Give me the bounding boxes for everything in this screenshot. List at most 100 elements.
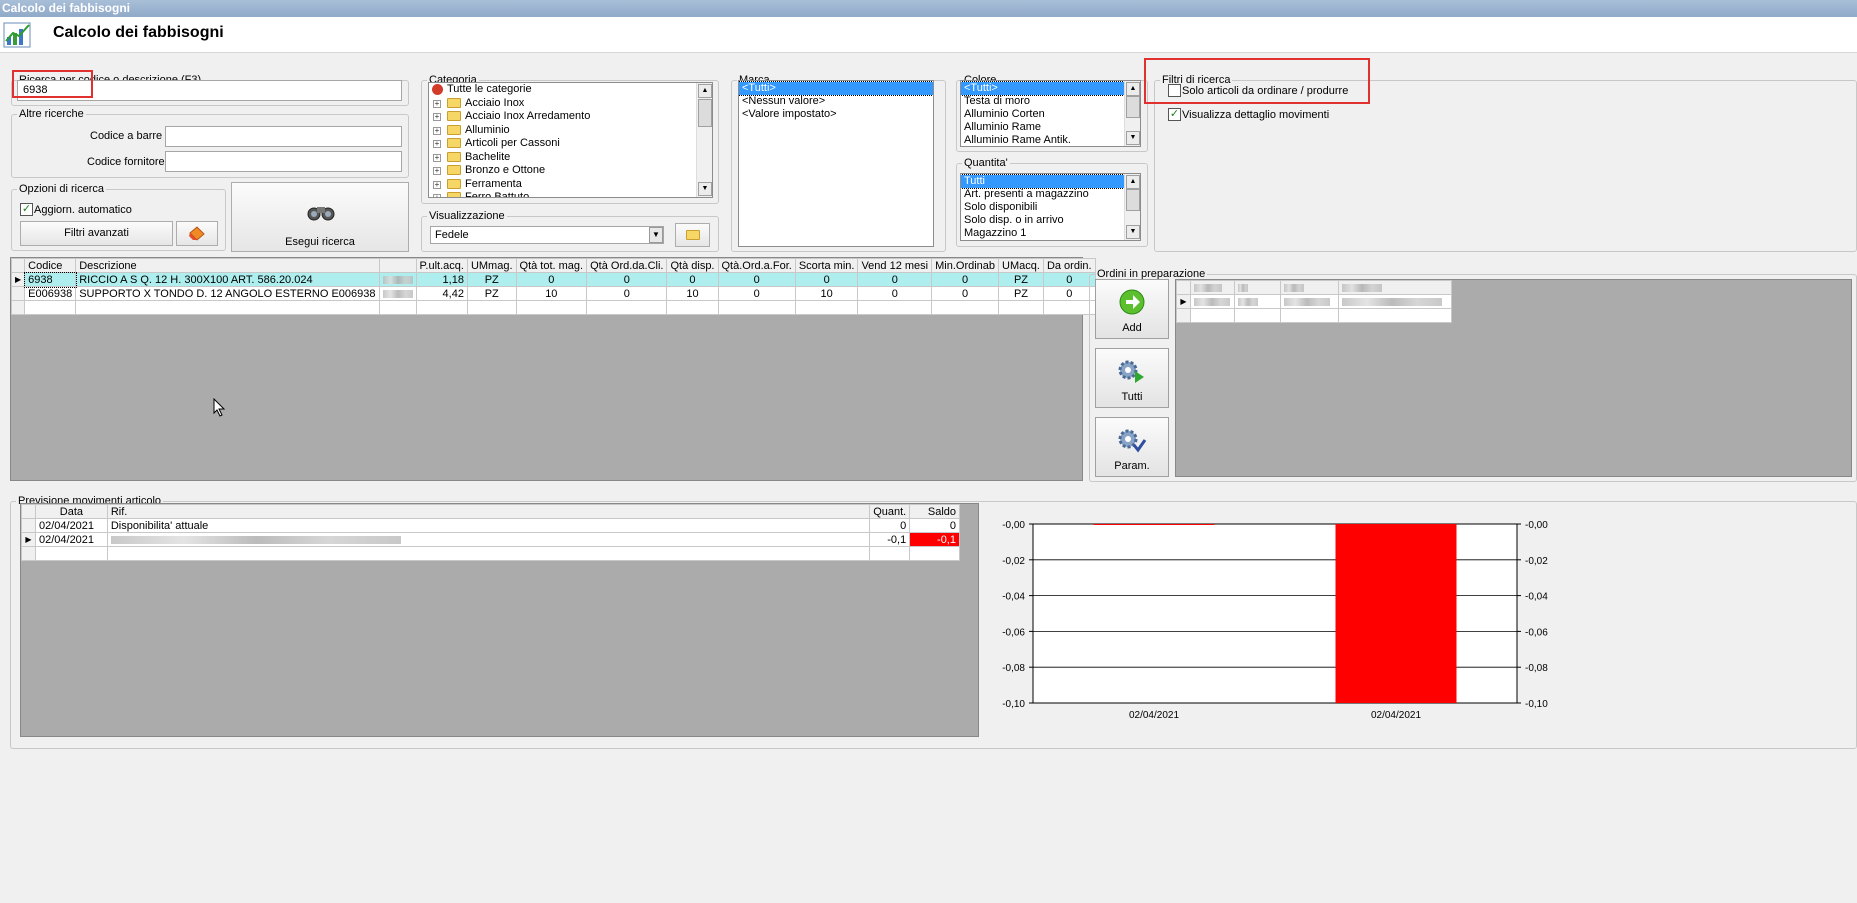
column-header[interactable]: Da ordin. bbox=[1042, 258, 1096, 273]
auto-update-checkbox[interactable]: ✓ bbox=[20, 203, 33, 216]
table-cell[interactable]: SUPPORTO X TONDO D. 12 ANGOLO ESTERNO E0… bbox=[75, 286, 380, 301]
table-cell[interactable]: PZ bbox=[998, 272, 1044, 287]
column-header[interactable]: Rif. bbox=[106, 504, 871, 519]
tree-item[interactable]: + Ferramenta bbox=[429, 178, 712, 192]
table-cell[interactable] bbox=[717, 300, 796, 315]
table-cell[interactable]: 02/04/2021 bbox=[34, 532, 108, 547]
table-cell[interactable]: PZ bbox=[998, 286, 1044, 301]
table-cell[interactable] bbox=[931, 300, 1000, 315]
eraser-button[interactable] bbox=[176, 221, 218, 246]
column-header[interactable]: Descrizione bbox=[75, 258, 380, 273]
table-cell[interactable]: 6938 bbox=[23, 271, 77, 288]
table-cell[interactable] bbox=[1190, 294, 1235, 309]
chevron-down-icon[interactable]: ▼ bbox=[649, 227, 663, 243]
show-details-checkbox[interactable]: ✓ bbox=[1168, 108, 1181, 121]
table-cell[interactable]: 0 bbox=[1042, 272, 1096, 287]
table-cell[interactable] bbox=[34, 546, 108, 561]
table-cell[interactable]: 0 bbox=[666, 272, 719, 287]
table-cell[interactable]: 0 bbox=[931, 272, 1000, 287]
color-list[interactable]: <Tutti> Testa di moro Alluminio Corten Allu… bbox=[960, 80, 1141, 147]
list-item[interactable]: <Valore impostato> bbox=[739, 108, 933, 121]
tree-item[interactable]: + Ferro Battuto bbox=[429, 191, 712, 197]
table-cell[interactable]: 02/04/2021 bbox=[34, 518, 108, 533]
expand-icon[interactable]: + bbox=[433, 167, 441, 175]
column-header[interactable]: Vend 12 mesi bbox=[857, 258, 933, 273]
scroll-thumb[interactable] bbox=[1126, 96, 1140, 118]
table-row[interactable]: ▶ bbox=[1176, 294, 1452, 309]
table-cell[interactable]: PZ bbox=[466, 272, 517, 287]
table-cell[interactable] bbox=[909, 546, 960, 561]
column-header[interactable]: Qtà Ord.da.Cli. bbox=[586, 258, 668, 273]
list-item[interactable]: Magazzino 1 bbox=[961, 227, 1140, 240]
tree-item[interactable]: + Acciaio Inox Arredamento bbox=[429, 110, 712, 124]
table-cell[interactable]: 0 bbox=[869, 518, 911, 533]
table-cell[interactable]: 0 bbox=[857, 272, 933, 287]
list-item[interactable]: Testa di moro bbox=[961, 95, 1140, 108]
scroll-up-icon[interactable]: ▲ bbox=[1126, 175, 1140, 189]
column-header[interactable]: Codice bbox=[24, 258, 77, 273]
column-header[interactable]: Qtà.Ord.a.For. bbox=[717, 258, 796, 273]
table-row[interactable] bbox=[1176, 308, 1452, 323]
column-header[interactable]: Min.Ordinab bbox=[931, 258, 1000, 273]
table-cell[interactable]: E006938 bbox=[24, 286, 77, 301]
expand-icon[interactable]: + bbox=[433, 180, 441, 189]
table-cell[interactable] bbox=[794, 300, 859, 315]
all-button[interactable]: Tutti bbox=[1095, 348, 1169, 408]
expand-icon[interactable]: + bbox=[433, 126, 441, 135]
list-item[interactable]: Alluminio Corten bbox=[961, 108, 1140, 121]
scroll-up-icon[interactable]: ▲ bbox=[698, 84, 712, 98]
table-cell[interactable] bbox=[1234, 308, 1281, 323]
tree-item[interactable]: + Bronzo e Ottone bbox=[429, 164, 712, 178]
table-cell[interactable] bbox=[415, 300, 468, 315]
list-item[interactable]: <Tutti> bbox=[739, 81, 933, 96]
column-header[interactable]: Qtà disp. bbox=[666, 258, 719, 273]
list-item[interactable]: Art. presenti a magazzino bbox=[961, 188, 1140, 201]
table-cell[interactable]: 10 bbox=[515, 286, 588, 301]
list-item[interactable]: Alluminio Rame Antik. bbox=[961, 134, 1140, 146]
table-cell[interactable] bbox=[106, 546, 871, 561]
table-cell[interactable]: 0 bbox=[515, 272, 588, 287]
list-item[interactable]: <Nessun valore> bbox=[739, 95, 933, 108]
scroll-thumb[interactable] bbox=[698, 99, 712, 127]
table-cell[interactable] bbox=[1280, 294, 1339, 309]
table-cell[interactable] bbox=[1338, 308, 1452, 323]
table-cell[interactable]: 0 bbox=[586, 272, 668, 287]
column-header[interactable]: Qtà tot. mag. bbox=[515, 258, 588, 273]
table-cell[interactable]: RICCIO A S Q. 12 H. 300X100 ART. 586.20.… bbox=[75, 272, 380, 287]
category-scrollbar[interactable]: ▲ ▼ bbox=[696, 83, 712, 197]
table-cell[interactable] bbox=[666, 300, 719, 315]
table-row[interactable]: ▶ 6938 RICCIO A S Q. 12 H. 300X100 ART. 58… bbox=[10, 271, 1096, 288]
list-item[interactable]: Solo disp. o in arrivo bbox=[961, 214, 1140, 227]
table-row[interactable]: E006938 SUPPORTO X TONDO D. 12 ANGOLO EST… bbox=[10, 286, 1096, 301]
table-cell[interactable] bbox=[24, 300, 77, 315]
table-cell[interactable]: 0 bbox=[909, 518, 960, 533]
expand-icon[interactable]: + bbox=[433, 113, 441, 121]
list-item[interactable]: <Tutti> bbox=[961, 81, 1140, 96]
table-cell[interactable] bbox=[1280, 308, 1339, 323]
tree-item[interactable]: + Acciaio Inox bbox=[429, 97, 712, 111]
table-cell[interactable] bbox=[1190, 308, 1235, 323]
add-button[interactable]: Add bbox=[1095, 279, 1169, 339]
expand-icon[interactable]: + bbox=[433, 99, 441, 108]
params-button[interactable]: Param. bbox=[1095, 417, 1169, 477]
table-cell[interactable]: 0 bbox=[857, 286, 933, 301]
scroll-down-icon[interactable]: ▼ bbox=[698, 182, 712, 196]
column-header[interactable]: Data bbox=[34, 504, 108, 519]
scroll-down-icon[interactable]: ▼ bbox=[1126, 225, 1140, 239]
table-cell[interactable]: 10 bbox=[794, 286, 859, 301]
forecast-grid[interactable]: Data Rif. Quant. Saldo 02/04/2021 Disponibil… bbox=[20, 503, 979, 737]
table-cell[interactable]: 1,18 bbox=[415, 272, 468, 287]
table-cell[interactable] bbox=[515, 300, 588, 315]
scroll-up-icon[interactable]: ▲ bbox=[1126, 82, 1140, 96]
quantity-list[interactable]: Tutti Art. presenti a magazzino Solo dispo… bbox=[960, 173, 1141, 241]
table-cell[interactable]: 4,42 bbox=[415, 286, 468, 301]
run-search-button[interactable]: Esegui ricerca bbox=[231, 182, 409, 252]
table-cell[interactable] bbox=[106, 532, 871, 547]
table-cell[interactable]: -0,1 bbox=[909, 532, 960, 547]
table-cell[interactable] bbox=[466, 300, 517, 315]
table-cell[interactable]: 0 bbox=[586, 286, 668, 301]
table-cell[interactable] bbox=[1338, 294, 1452, 309]
supplier-code-field[interactable] bbox=[165, 151, 402, 172]
brand-list[interactable]: <Tutti> <Nessun valore> <Valore impostato> bbox=[738, 80, 934, 247]
orders-grid[interactable]: ▶ bbox=[1175, 279, 1852, 477]
